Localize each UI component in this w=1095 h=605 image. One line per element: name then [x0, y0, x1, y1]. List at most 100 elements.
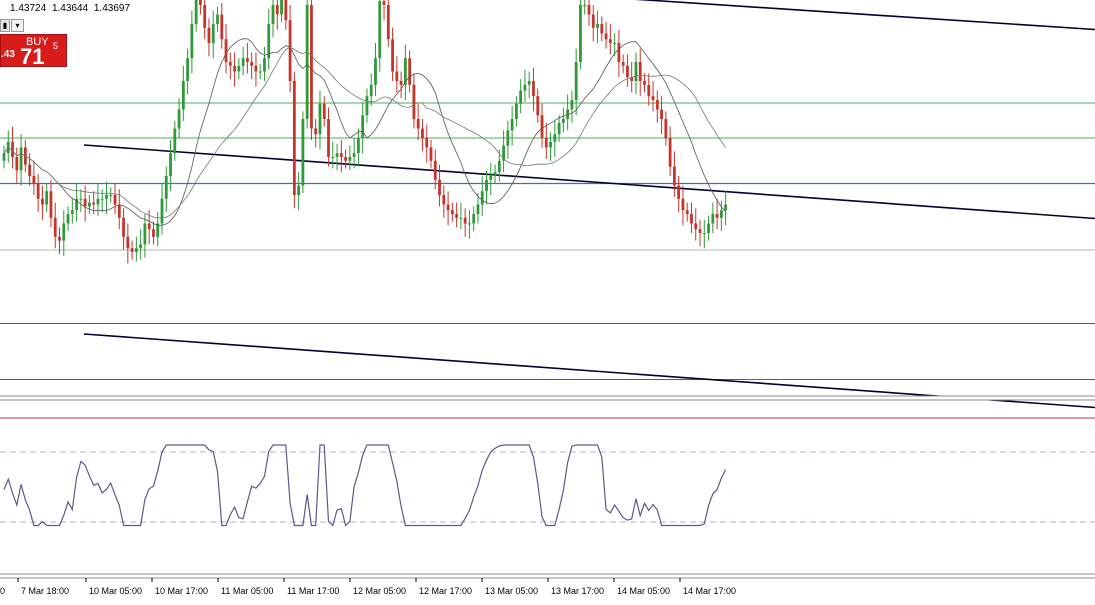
candle-body — [386, 5, 390, 40]
candle-body — [169, 153, 172, 176]
candle-body — [224, 39, 228, 62]
one-click-toggle-button[interactable]: ▮ — [0, 19, 10, 32]
candle-body — [216, 14, 219, 24]
trendline-middle — [83, 144, 1095, 220]
candle-body — [237, 65, 241, 72]
candle-body — [88, 202, 91, 207]
candle-body — [207, 27, 211, 43]
candle-body — [681, 198, 685, 211]
candle-body — [497, 160, 501, 173]
ohlc-readout: 1.43724 1.43644 1.43697 — [10, 3, 133, 14]
candle-body — [96, 198, 100, 205]
candle-body — [600, 24, 604, 34]
candle-body — [429, 147, 433, 161]
candle-body — [382, 1, 386, 6]
price-chart[interactable]: 0 7 Mar 18:00 10 Mar 05:00 10 Mar 17:00 11 … — [0, 0, 1095, 600]
main-pane — [0, 0, 1095, 419]
candle-body — [677, 185, 681, 199]
candle-body — [574, 62, 578, 100]
candle-body — [134, 248, 138, 252]
candle-body — [553, 134, 557, 142]
candle-body — [177, 109, 181, 129]
candle-body — [271, 5, 275, 24]
candle-body — [322, 103, 326, 119]
candle-body — [152, 229, 155, 237]
candle-body — [79, 198, 83, 200]
candle-body — [468, 223, 471, 225]
time-axis-label: 7 Mar 18:00 — [21, 586, 69, 596]
candle-body — [438, 179, 441, 195]
time-axis-label: 12 Mar 05:00 — [353, 586, 406, 596]
candle-body — [557, 122, 561, 135]
candle-body — [655, 100, 659, 110]
candle-body — [399, 81, 403, 85]
candle-body — [147, 223, 151, 230]
candle-body — [549, 141, 552, 148]
candle-body — [532, 81, 535, 97]
candle-body — [331, 157, 335, 158]
time-axis-label-partial: 0 — [0, 586, 5, 596]
time-axis-label: 10 Mar 05:00 — [89, 586, 142, 596]
candle-body — [608, 39, 612, 43]
candle-body — [378, 1, 382, 59]
candle-body — [506, 130, 510, 146]
candle-body — [250, 62, 254, 66]
candle-body — [280, 0, 283, 15]
candle-body — [241, 58, 245, 66]
candle-body — [28, 164, 32, 176]
candle-body — [715, 214, 719, 218]
candle-body — [245, 58, 249, 62]
candle-body — [570, 100, 574, 110]
candle-body — [408, 58, 412, 85]
candle-body — [49, 191, 53, 218]
candle-body — [83, 198, 87, 207]
trendline-upper — [634, 0, 1095, 31]
candle-body — [139, 244, 143, 249]
price-value: 1.43724 — [10, 3, 47, 14]
candle-body — [485, 179, 488, 192]
buy-button[interactable]: BUY .43 71 5 — [0, 34, 67, 69]
candle-body — [596, 24, 599, 28]
candle-body — [2, 153, 6, 161]
candle-body — [344, 157, 347, 161]
candle-body — [357, 138, 360, 154]
time-axis-label: 13 Mar 17:00 — [551, 586, 604, 596]
candle-body — [122, 217, 125, 237]
candle-body — [450, 210, 454, 214]
candle-body — [220, 14, 224, 40]
candle-body — [105, 195, 108, 199]
candle-body — [109, 195, 113, 196]
candle-body — [463, 217, 467, 224]
candle-body — [664, 119, 668, 138]
pane-separator[interactable] — [0, 396, 1095, 400]
candle-body — [164, 176, 168, 199]
buy-price-pipette: 5 — [53, 41, 59, 51]
volume-dropdown-button[interactable]: ▾ — [11, 19, 24, 32]
candle-body — [621, 62, 625, 66]
candle-body — [305, 5, 309, 119]
candle-body — [707, 223, 710, 233]
candle-body — [698, 229, 702, 233]
candle-body — [561, 119, 565, 123]
price-value: 1.43697 — [93, 3, 131, 14]
candle-body — [724, 204, 728, 211]
candle-body — [45, 191, 49, 205]
candle-body — [228, 62, 232, 66]
candle-body — [672, 166, 676, 186]
chart-area[interactable]: 0 7 Mar 18:00 10 Mar 05:00 10 Mar 17:00 11 … — [0, 0, 1095, 600]
candle-body — [510, 119, 514, 131]
candle-body — [15, 157, 19, 171]
candle-body — [634, 62, 638, 81]
candle-body — [702, 233, 706, 234]
candle-body — [194, 0, 198, 24]
candle-body — [258, 71, 262, 73]
candle-body — [288, 20, 292, 81]
candle-body — [591, 14, 595, 28]
candle-body — [536, 96, 540, 116]
time-axis-label: 14 Mar 17:00 — [683, 586, 736, 596]
candle-body — [694, 223, 698, 230]
time-axis-label: 13 Mar 05:00 — [485, 586, 538, 596]
candle-body — [275, 5, 279, 15]
candle-body — [638, 62, 642, 81]
candle-body — [100, 198, 104, 200]
